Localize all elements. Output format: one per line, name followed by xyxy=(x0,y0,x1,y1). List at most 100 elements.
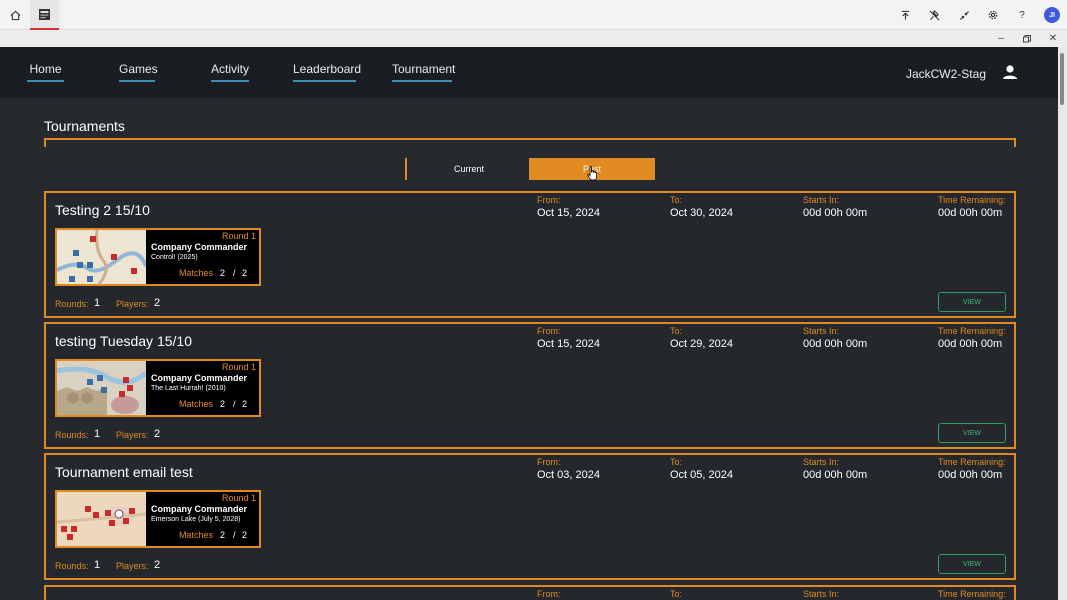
from-label: From: xyxy=(537,457,561,467)
nav-games-underline xyxy=(119,80,155,82)
home-icon[interactable] xyxy=(0,0,30,30)
to-label: To: xyxy=(670,589,683,599)
time-remaining-label: Time Remaining: xyxy=(938,589,1006,599)
from-label: From: xyxy=(537,195,561,205)
to-label: To: xyxy=(670,195,683,205)
time-remaining-label: Time Remaining: xyxy=(938,195,1006,205)
scrollbar[interactable] xyxy=(1058,47,1067,600)
starts-in-value: 00d 00h 00m xyxy=(803,469,868,481)
matches-sep: / xyxy=(233,268,236,278)
matches-total: 2 xyxy=(242,268,248,278)
help-icon[interactable]: ? xyxy=(1008,0,1036,30)
game-tile[interactable]: Round 1 Company Commander The Last Hurra… xyxy=(55,359,261,417)
starts-in-label: Starts In: xyxy=(803,589,840,599)
game-tile[interactable]: Round 1 Company Commander Control! (2025… xyxy=(55,228,261,286)
page-title: Tournaments xyxy=(44,118,125,134)
to-date: Oct 30, 2024 xyxy=(670,207,733,219)
scenario-name: Emerson Lake (July 5, 2028) xyxy=(151,516,241,523)
window-title-bar: – ✕ xyxy=(0,30,1067,47)
to-label: To: xyxy=(670,457,683,467)
upload-icon[interactable] xyxy=(891,0,919,30)
rounds-label: Rounds: xyxy=(55,561,89,571)
game-name: Company Commander xyxy=(151,373,248,383)
nav-games-label: Games xyxy=(119,62,158,76)
scenario-name: Control! (2025) xyxy=(151,254,198,261)
players-label: Players: xyxy=(116,430,149,440)
round-label: Round 1 xyxy=(221,362,256,372)
nav-home-underline xyxy=(27,80,64,82)
pin-off-icon[interactable] xyxy=(920,0,948,30)
from-date: Oct 15, 2024 xyxy=(537,338,600,350)
starts-in-label: Starts In: xyxy=(803,326,840,336)
matches-label: Matches xyxy=(179,399,214,409)
game-name: Company Commander xyxy=(151,504,248,514)
user-icon[interactable] xyxy=(1002,64,1018,85)
scenario-name: The Last Hurrah! (2010) xyxy=(151,385,226,392)
matches-sep: / xyxy=(233,399,236,409)
view-button[interactable]: VIEW xyxy=(938,292,1006,312)
starts-in-label: Starts In: xyxy=(803,457,840,467)
matches-done: 2 xyxy=(220,268,226,278)
avatar[interactable]: JI xyxy=(1038,0,1066,30)
view-button[interactable]: VIEW xyxy=(938,554,1006,574)
segment-divider xyxy=(405,158,407,180)
tournament-card: Testing 2 15/10 From: Oct 15, 2024 To: O… xyxy=(44,191,1016,318)
time-remaining-value: 00d 00h 00m xyxy=(938,469,1003,481)
mouse-cursor-icon xyxy=(587,166,598,186)
game-tile[interactable]: Round 1 Company Commander Emerson Lake (… xyxy=(55,490,261,548)
nav-activity-label: Activity xyxy=(211,62,250,76)
rounds-value: 1 xyxy=(94,428,101,440)
collapse-icon[interactable] xyxy=(950,0,978,30)
tournament-card: testing Tuesday 15/10 From: Oct 15, 2024… xyxy=(44,322,1016,449)
tournament-name: testing Tuesday 15/10 xyxy=(55,333,192,349)
nav-leaderboard-label: Leaderboard xyxy=(293,62,362,76)
view-button[interactable]: VIEW xyxy=(938,423,1006,443)
minimize-icon[interactable]: – xyxy=(988,30,1014,47)
players-label: Players: xyxy=(116,561,149,571)
nav-tournament[interactable]: Tournament xyxy=(392,62,455,82)
tab-current[interactable]: Current xyxy=(409,158,529,180)
time-remaining-value: 00d 00h 00m xyxy=(938,338,1003,350)
starts-in-value: 00d 00h 00m xyxy=(803,207,868,219)
filter-frame xyxy=(44,138,1016,147)
username[interactable]: JackCW2-Stag xyxy=(906,67,986,81)
starts-in-value: 00d 00h 00m xyxy=(803,338,868,350)
nav-home-label: Home xyxy=(29,62,62,76)
rounds-label: Rounds: xyxy=(55,299,89,309)
app-tab-icon[interactable] xyxy=(30,0,59,30)
tournament-name: Testing 2 15/10 xyxy=(55,202,150,218)
players-value: 2 xyxy=(154,428,161,440)
nav-games[interactable]: Games xyxy=(119,62,158,82)
map-thumbnail xyxy=(57,361,146,415)
restore-icon[interactable] xyxy=(1014,30,1040,47)
map-thumbnail xyxy=(57,492,146,546)
rounds-label: Rounds: xyxy=(55,430,89,440)
players-label: Players: xyxy=(116,299,149,309)
scrollbar-thumb[interactable] xyxy=(1060,53,1064,105)
nav-activity[interactable]: Activity xyxy=(211,62,250,82)
matches-sep: / xyxy=(233,530,236,540)
matches-label: Matches xyxy=(179,530,214,540)
top-navigation: Home Games Activity Leaderboard Tourname… xyxy=(0,47,1058,98)
round-label: Round 1 xyxy=(221,231,256,241)
close-icon[interactable]: ✕ xyxy=(1040,30,1066,47)
avatar-initials: JI xyxy=(1044,7,1060,23)
nav-leaderboard[interactable]: Leaderboard xyxy=(293,62,361,82)
matches-total: 2 xyxy=(242,399,248,409)
time-remaining-value: 00d 00h 00m xyxy=(938,207,1003,219)
rounds-value: 1 xyxy=(94,297,101,309)
players-value: 2 xyxy=(154,559,161,571)
tournament-name: Tournament email test xyxy=(55,464,193,480)
game-name: Company Commander xyxy=(151,242,248,252)
nav-activity-underline xyxy=(211,80,249,82)
app-tab-strip: ? JI xyxy=(0,0,1067,30)
from-label: From: xyxy=(537,326,561,336)
nav-tournament-underline xyxy=(392,80,452,82)
from-date: Oct 03, 2024 xyxy=(537,469,600,481)
matches-done: 2 xyxy=(220,399,226,409)
players-value: 2 xyxy=(154,297,161,309)
gear-icon[interactable] xyxy=(979,0,1007,30)
to-date: Oct 05, 2024 xyxy=(670,469,733,481)
matches-done: 2 xyxy=(220,530,226,540)
nav-home[interactable]: Home xyxy=(27,62,64,82)
